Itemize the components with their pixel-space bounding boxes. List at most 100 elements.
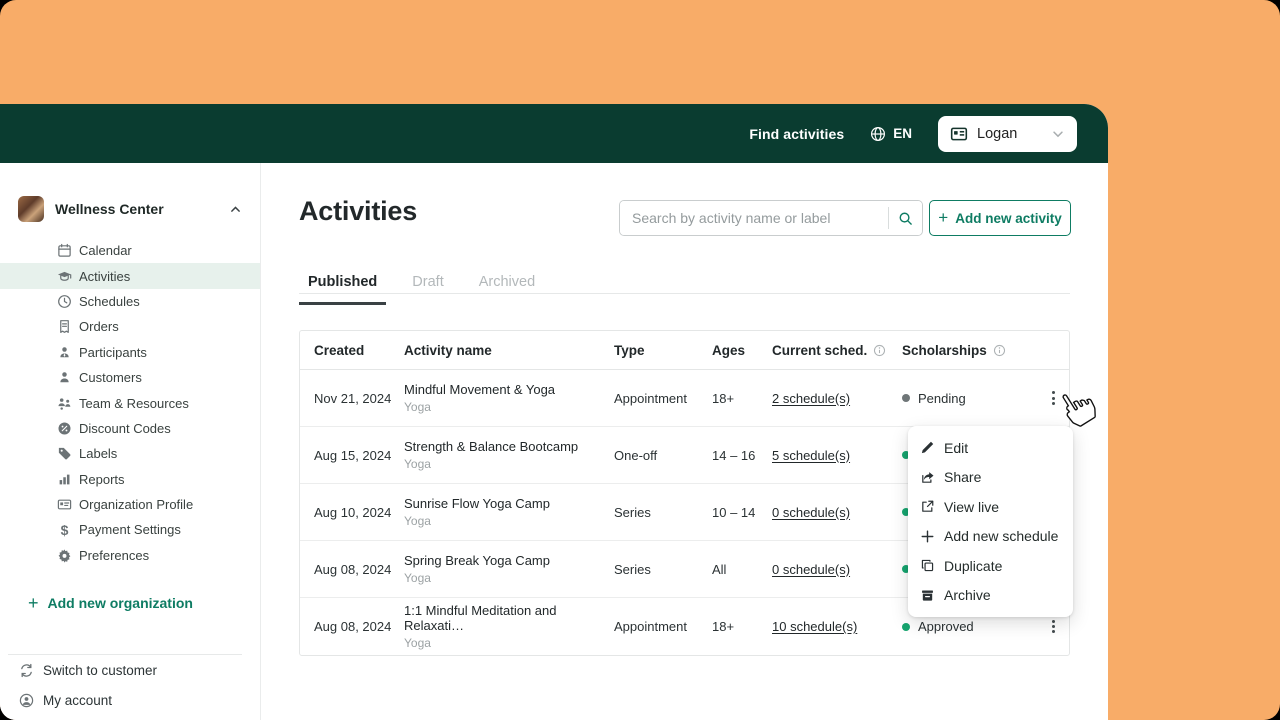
sidebar-item-payment-settings[interactable]: $ Payment Settings bbox=[0, 517, 260, 542]
menu-item-label: Duplicate bbox=[944, 557, 1003, 574]
activity-name-cell: Strength & Balance Bootcamp Yoga bbox=[404, 439, 614, 471]
search-icon bbox=[898, 211, 913, 226]
gear-icon bbox=[57, 548, 72, 563]
sidebar-item-participants[interactable]: Participants bbox=[0, 340, 260, 365]
menu-item-view-live[interactable]: View live bbox=[908, 492, 1073, 522]
ages: 10 – 14 bbox=[712, 504, 756, 520]
sidebar-footer: Switch to customer My account bbox=[0, 654, 260, 720]
schedules-link[interactable]: 0 schedule(s) bbox=[772, 505, 850, 520]
sidebar-item-activities[interactable]: Activities bbox=[0, 263, 260, 289]
menu-item-add-new-schedule[interactable]: Add new schedule bbox=[908, 522, 1073, 552]
activity-name-cell: 1:1 Mindful Meditation and Relaxati… Yoga bbox=[404, 603, 614, 650]
plus-icon: + bbox=[28, 593, 39, 614]
add-new-organization-label: Add new organization bbox=[47, 595, 193, 612]
activity-name: Sunrise Flow Yoga Camp bbox=[404, 496, 550, 511]
sidebar-item-organization-profile[interactable]: Organization Profile bbox=[0, 492, 260, 517]
menu-item-archive[interactable]: Archive bbox=[908, 581, 1073, 611]
main-content: Activities + bbox=[261, 163, 1108, 720]
column-header-label: Type bbox=[614, 342, 645, 358]
my-account-button[interactable]: My account bbox=[0, 685, 260, 715]
clock-icon bbox=[57, 294, 72, 309]
discount-icon bbox=[57, 421, 72, 436]
sidebar-item-preferences[interactable]: Preferences bbox=[0, 543, 260, 568]
row-actions-kebab[interactable] bbox=[1048, 614, 1059, 640]
sidebar-item-reports[interactable]: Reports bbox=[0, 467, 260, 492]
add-new-activity-button[interactable]: + Add new activity bbox=[929, 200, 1071, 236]
sidebar-item-discount-codes[interactable]: Discount Codes bbox=[0, 416, 260, 441]
column-header-label: Current sched. bbox=[772, 342, 868, 358]
archive-icon bbox=[920, 588, 935, 603]
sidebar-item-label: Discount Codes bbox=[79, 420, 171, 436]
column-header-label: Ages bbox=[712, 342, 746, 358]
column-header-scholarships: Scholarships bbox=[902, 343, 1047, 358]
sidebar-item-schedules[interactable]: Schedules bbox=[0, 289, 260, 314]
find-activities-link[interactable]: Find activities bbox=[749, 126, 844, 142]
activity-label: Yoga bbox=[404, 571, 431, 585]
edit-icon bbox=[920, 440, 935, 455]
top-navigation-bar: Find activities EN Logan bbox=[0, 104, 1108, 163]
column-header-label: Activity name bbox=[404, 342, 492, 358]
participants-icon bbox=[57, 345, 72, 360]
sidebar-item-label: Calendar bbox=[79, 243, 132, 259]
sidebar-item-labels[interactable]: Labels bbox=[0, 441, 260, 466]
tab-archived[interactable]: Archived bbox=[470, 274, 544, 305]
organization-header[interactable]: Wellness Center bbox=[0, 163, 260, 232]
receipt-icon bbox=[57, 319, 72, 334]
search-button[interactable] bbox=[889, 201, 922, 235]
schedules-link[interactable]: 10 schedule(s) bbox=[772, 619, 857, 634]
switch-to-customer-button[interactable]: Switch to customer bbox=[0, 655, 260, 685]
column-header-type: Type bbox=[614, 343, 712, 358]
table-header-row: Created Activity name Type Ages Current sche… bbox=[300, 331, 1069, 370]
id-badge-icon bbox=[950, 125, 968, 143]
search-input[interactable] bbox=[620, 201, 888, 235]
sidebar-item-label: Preferences bbox=[79, 547, 150, 563]
language-switcher[interactable]: EN bbox=[870, 126, 912, 142]
page-title: Activities bbox=[299, 196, 418, 226]
user-name: Logan bbox=[977, 125, 1018, 142]
created-date: Aug 15, 2024 bbox=[314, 447, 392, 463]
column-header-label: Created bbox=[314, 342, 365, 358]
activity-name: Mindful Movement & Yoga bbox=[404, 382, 556, 397]
activity-type: One-off bbox=[614, 447, 658, 463]
row-actions-kebab[interactable] bbox=[1048, 385, 1059, 411]
plus-icon bbox=[920, 529, 935, 544]
organization-name: Wellness Center bbox=[55, 201, 164, 217]
graduation-cap-icon bbox=[57, 269, 72, 284]
table-row: Nov 21, 2024 Mindful Movement & Yoga Yoga A… bbox=[300, 370, 1069, 427]
menu-item-duplicate[interactable]: Duplicate bbox=[908, 551, 1073, 581]
menu-item-share[interactable]: Share bbox=[908, 463, 1073, 493]
activity-name: Strength & Balance Bootcamp bbox=[404, 439, 579, 454]
info-icon[interactable] bbox=[873, 344, 886, 357]
created-date: Aug 08, 2024 bbox=[314, 619, 392, 634]
sidebar-item-customers[interactable]: Customers bbox=[0, 365, 260, 390]
bar-chart-icon bbox=[57, 472, 72, 487]
menu-item-label: Archive bbox=[944, 587, 991, 604]
sidebar-item-team-resources[interactable]: Team & Resources bbox=[0, 390, 260, 415]
activity-label: Yoga bbox=[404, 636, 431, 650]
schedules-link[interactable]: 2 schedule(s) bbox=[772, 391, 850, 406]
menu-item-label: Add new schedule bbox=[944, 528, 1059, 545]
sidebar-item-orders[interactable]: Orders bbox=[0, 314, 260, 339]
tabs-underline bbox=[299, 293, 1070, 294]
account-circle-icon bbox=[19, 693, 34, 708]
scholarship-status: Pending bbox=[902, 391, 1047, 406]
column-header-current-sched: Current sched. bbox=[772, 343, 902, 358]
sidebar-item-calendar[interactable]: Calendar bbox=[0, 238, 260, 263]
status-dot-approved bbox=[902, 622, 910, 631]
tab-draft[interactable]: Draft bbox=[403, 274, 452, 305]
organization-avatar bbox=[18, 196, 44, 222]
activity-search bbox=[619, 200, 923, 236]
sidebar-item-label: Activities bbox=[79, 268, 131, 284]
sidebar-item-label: Customers bbox=[79, 370, 142, 386]
add-new-organization-button[interactable]: + Add new organization bbox=[28, 594, 260, 612]
schedules-link[interactable]: 0 schedule(s) bbox=[772, 562, 850, 577]
tab-published[interactable]: Published bbox=[299, 274, 387, 305]
menu-item-edit[interactable]: Edit bbox=[908, 433, 1073, 463]
sidebar-item-label: Organization Profile bbox=[79, 497, 194, 513]
user-menu-button[interactable]: Logan bbox=[938, 115, 1077, 152]
status-label: Pending bbox=[918, 390, 966, 406]
activity-label: Yoga bbox=[404, 514, 431, 528]
info-icon[interactable] bbox=[993, 344, 1006, 357]
sidebar-item-label: Team & Resources bbox=[79, 395, 189, 411]
schedules-link[interactable]: 5 schedule(s) bbox=[772, 448, 850, 463]
